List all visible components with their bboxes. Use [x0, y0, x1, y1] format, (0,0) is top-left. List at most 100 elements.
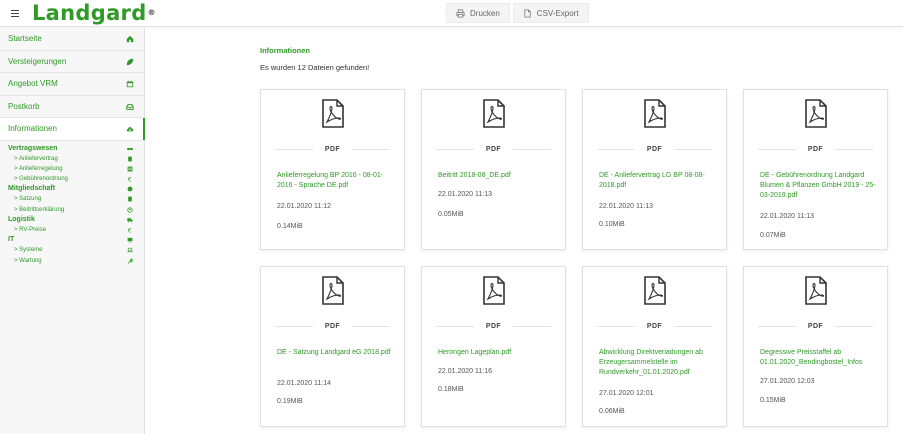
- pdf-file-icon: [322, 99, 344, 128]
- sidebar-item-angebot-vrm[interactable]: Angebot VRM: [0, 73, 144, 96]
- file-type-label: PDF: [646, 322, 663, 330]
- inbox-icon: [126, 103, 134, 110]
- csv-export-button[interactable]: CSV-Export: [512, 3, 589, 23]
- file-size: 0.18MiB: [438, 386, 464, 393]
- file-type-label: PDF: [807, 322, 824, 330]
- file-name-link[interactable]: Degressive Preisstaffel ab 01.01.2020_Be…: [760, 348, 879, 368]
- file-date: 22.01.2020 11:16: [438, 368, 492, 375]
- file-type-divider: PDF: [436, 144, 552, 154]
- file-type-label: PDF: [485, 322, 502, 330]
- file-type-divider: PDF: [597, 144, 713, 154]
- group-title: Mitgliedschaft: [8, 185, 56, 193]
- pdf-file-icon: [322, 276, 344, 305]
- print-button[interactable]: Drucken: [446, 3, 510, 23]
- file-name-link[interactable]: DE - Gebührenordnung Landgard Blumen & P…: [760, 171, 879, 201]
- svg-text:€: €: [128, 227, 132, 233]
- sidebar-item-label: Startseite: [8, 34, 42, 44]
- sidebar-link-satzung[interactable]: > Satzung: [0, 194, 144, 204]
- file-size: 0.06MiB: [599, 408, 625, 415]
- print-label: Drucken: [470, 8, 500, 18]
- sidebar-link-systeme[interactable]: > Systeme: [0, 245, 144, 255]
- sidebar-link-anliefervertrag[interactable]: > Anliefervertrag: [0, 154, 144, 164]
- file-type-divider: PDF: [758, 321, 874, 331]
- link-label: > Anliefervertrag: [14, 155, 58, 162]
- file-date: 22.01.2020 11:14: [277, 380, 331, 387]
- monitor-icon: [127, 238, 133, 243]
- file-card[interactable]: PDF DE - Gebührenordnung Landgard Blumen…: [743, 89, 888, 250]
- sidebar-link-beitrittserklaerung[interactable]: > Beitrittserklärung: [0, 205, 144, 215]
- file-card[interactable]: PDF Degressive Preisstaffel ab 01.01.202…: [743, 266, 888, 427]
- link-label: > Beitrittserklärung: [14, 206, 65, 213]
- file-size: 0.15MiB: [760, 397, 786, 404]
- sidebar-link-rv-preise[interactable]: > RV-Preise €: [0, 225, 144, 235]
- link-label: > Satzung: [14, 196, 42, 203]
- file-type-divider: PDF: [758, 144, 874, 154]
- pdf-file-icon: [805, 99, 827, 128]
- toolbar: Drucken CSV-Export: [446, 3, 589, 23]
- sidebar-link-anlieferregelung[interactable]: > Anlieferregelung: [0, 164, 144, 174]
- home-icon: [126, 35, 134, 43]
- pdf-file-icon: [644, 276, 666, 305]
- file-name-link[interactable]: DE - Anliefervertrag LG BP 08-08-2018.pd…: [599, 171, 718, 191]
- file-card[interactable]: PDF DE - Satzung Landgard eG 2018.pdf 22…: [260, 266, 405, 427]
- file-card[interactable]: PDF DE - Anliefervertrag LG BP 08-08-201…: [582, 89, 727, 250]
- wrench-icon: [127, 258, 133, 264]
- file-size: 0.14MiB: [277, 223, 303, 230]
- file-size: 0.07MiB: [760, 232, 786, 239]
- file-name-link[interactable]: DE - Satzung Landgard eG 2018.pdf: [277, 348, 396, 358]
- sidebar-item-label: Informationen: [8, 124, 57, 134]
- file-date: 22.01.2020 11:12: [277, 203, 331, 210]
- pdf-file-icon: [805, 276, 827, 305]
- file-type-divider: PDF: [597, 321, 713, 331]
- calendar-icon: [126, 80, 134, 88]
- logo[interactable]: Landgard®: [32, 0, 156, 26]
- sidebar-link-wartung[interactable]: > Wartung: [0, 256, 144, 266]
- link-label: > RV-Preise: [14, 227, 47, 233]
- file-card[interactable]: PDF Abwicklung Direktveriadungen ab Erze…: [582, 266, 727, 427]
- pdf-file-icon: [483, 99, 505, 128]
- sidebar-subnav: Vertragswesen > Anliefervertrag > Anlief…: [0, 141, 144, 266]
- file-card[interactable]: PDF Beitritt 2018-08_DE.pdf 22.01.2020 1…: [421, 89, 566, 250]
- file-type-label: PDF: [324, 145, 341, 153]
- file-date: 27.01.2020 12:03: [760, 378, 815, 385]
- group-it[interactable]: IT: [0, 235, 144, 245]
- file-type-label: PDF: [324, 322, 341, 330]
- file-card[interactable]: PDF Herongen Lageplan.pdf 22.01.2020 11:…: [421, 266, 566, 427]
- sidebar-item-versteigerungen[interactable]: Versteigerungen: [0, 51, 144, 73]
- file-date: 22.01.2020 11:13: [438, 191, 492, 198]
- sidebar-link-gebuehrenordnung[interactable]: > Gebührenordnung €: [0, 174, 144, 184]
- csv-export-label: CSV-Export: [536, 8, 579, 18]
- sidebar-item-label: Angebot VRM: [8, 79, 58, 89]
- sidebar-item-informationen[interactable]: Informationen: [0, 118, 145, 141]
- file-name-link[interactable]: Beitritt 2018-08_DE.pdf: [438, 171, 557, 181]
- leaf-icon: [126, 58, 134, 65]
- results-count-text: Es wurden 12 Dateien gefunden!: [260, 63, 370, 72]
- page-title: Informationen: [260, 46, 310, 55]
- handshake-icon: [127, 147, 133, 150]
- file-card[interactable]: PDF Anlieferregelung BP 2016 - 08-01-201…: [260, 89, 405, 250]
- group-logistik[interactable]: Logistik: [0, 215, 144, 225]
- link-label: > Anlieferregelung: [14, 165, 63, 172]
- file-date: 22.01.2020 11:13: [599, 203, 653, 210]
- file-name-link[interactable]: Abwicklung Direktveriadungen ab Erzeuger…: [599, 348, 718, 378]
- sidebar-item-startseite[interactable]: Startseite: [0, 28, 144, 51]
- group-vertragswesen[interactable]: Vertragswesen: [0, 144, 144, 154]
- file-type-label: PDF: [807, 145, 824, 153]
- sidebar-item-label: Postkorb: [8, 101, 40, 111]
- file-type-divider: PDF: [436, 321, 552, 331]
- file-date: 27.01.2020 12:01: [599, 390, 654, 397]
- sidebar-item-postkorb[interactable]: Postkorb: [0, 96, 144, 118]
- truck-icon: [127, 218, 133, 223]
- document-icon: [128, 197, 132, 202]
- group-title: Logistik: [8, 215, 35, 223]
- sidebar: Startseite Versteigerungen Angebot VRM P…: [0, 28, 145, 434]
- menu-icon[interactable]: [8, 6, 22, 20]
- group-mitgliedschaft[interactable]: Mitgliedschaft: [0, 184, 144, 194]
- file-name-link[interactable]: Herongen Lageplan.pdf: [438, 348, 557, 358]
- link-label: > Systeme: [14, 247, 43, 254]
- file-icon: [524, 8, 531, 18]
- file-type-divider: PDF: [275, 321, 391, 331]
- file-size: 0.10MiB: [599, 221, 625, 228]
- file-name-link[interactable]: Anlieferregelung BP 2016 - 08-01-2016 - …: [277, 171, 396, 191]
- top-header: Landgard® Drucken CSV-Export: [0, 0, 903, 27]
